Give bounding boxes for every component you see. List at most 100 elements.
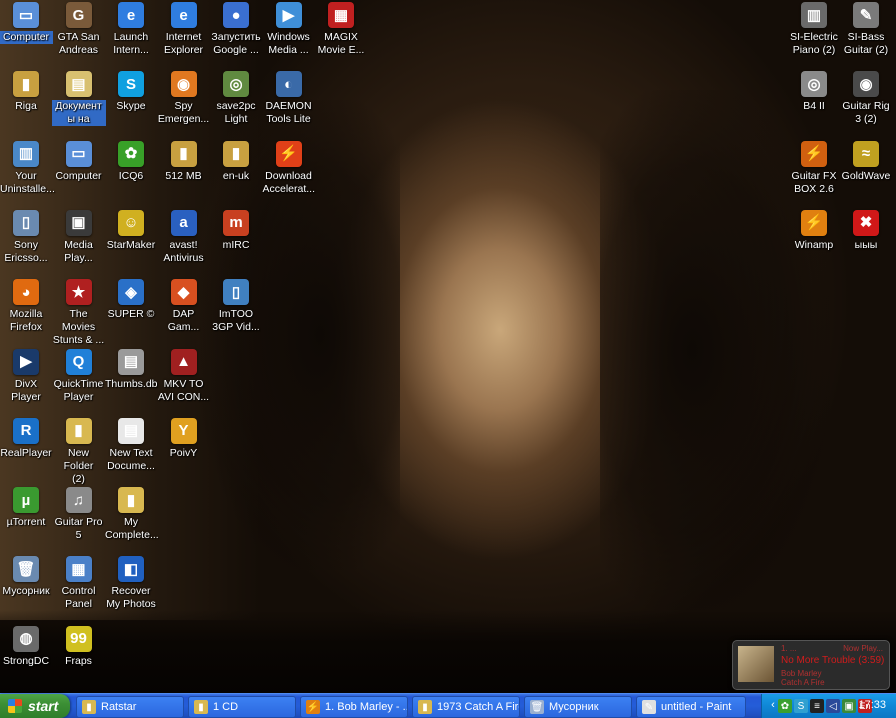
desktop-icon-dap-gam[interactable]: ◆ DAP Gam...	[157, 279, 211, 334]
icq-tray-icon[interactable]: ✿	[778, 699, 792, 713]
desktop-icon-gta-san-andreas[interactable]: G GTA San Andreas	[52, 2, 106, 57]
desktop-icon-windows-media[interactable]: ▶ Windows Media ...	[262, 2, 316, 57]
desktop-icon-en-uk[interactable]: ▮ en-uk	[209, 140, 263, 183]
np-title: No More Trouble (3:59)	[781, 655, 885, 666]
windows-media-icon: ▶	[275, 2, 302, 28]
desktop-icon-icq6[interactable]: ✿ ICQ6	[104, 140, 158, 183]
desktop-icon-torrent[interactable]: µ µTorrent	[0, 487, 53, 529]
desktop-icon-мусорник[interactable]: 🗑 Мусорник	[0, 556, 53, 598]
desktop-icon-label: Windows Media ...	[267, 31, 310, 56]
clock[interactable]: 17:33	[858, 699, 886, 711]
desktop-icon-recover-my-photos[interactable]: ◧ Recover My Photos	[104, 556, 158, 611]
desktop-icon-si-electric-piano-2[interactable]: ▥ SI-Electric Piano (2)	[787, 2, 841, 57]
skype-icon: S	[118, 71, 144, 98]
desktop-icon-mirc[interactable]: m mIRC	[209, 209, 263, 252]
desktop-icon-goldwave[interactable]: ≈ GoldWave	[839, 140, 893, 183]
desktop-icon-sony-ericsso[interactable]: ▯ Sony Ericsso...	[0, 209, 53, 265]
volume-tray-icon[interactable]: ◁	[826, 699, 840, 713]
desktop-icon-mkv-to-avi-con[interactable]: ▲ MKV TO AVI CON...	[157, 348, 211, 404]
spy-emergen-icon: ◉	[170, 71, 197, 98]
taskbar-button-1973-catch-a-fire[interactable]: ▮ 1973 Catch A Fire	[412, 696, 520, 718]
desktop-icon-label: Winamp	[794, 238, 834, 251]
desktop-icon-b4-ii[interactable]: ◎ B4 II	[787, 71, 841, 113]
desktop-icon-launch-intern[interactable]: e Launch Intern...	[104, 2, 158, 57]
desktop-icon-label: Spy Emergen...	[157, 100, 210, 126]
skype-tray-icon[interactable]: S	[794, 699, 808, 713]
my-complete-icon: ▮	[118, 487, 144, 514]
desktop-icon-your-uninstalle[interactable]: ▥ Your Uninstalle...	[0, 140, 55, 196]
desktop-icon-magix-movie-e[interactable]: ▦ MAGIX Movie E...	[314, 2, 368, 57]
desktop-icon-poivy[interactable]: Y PoivY	[157, 417, 211, 460]
si-electric-piano-2-icon: ▥	[801, 2, 827, 28]
desktop-icon-label: Computer	[55, 169, 102, 182]
goldwave-icon: ≈	[853, 140, 879, 167]
the-movies-stunts-icon: ★	[65, 279, 92, 306]
desktop-icon-new-folder-2[interactable]: ▮ New Folder (2)	[52, 417, 106, 486]
now-playing-widget[interactable]: 1. ... Now Play... No More Trouble (3:59…	[732, 640, 890, 690]
desktop-icon-imtoo-3gp-vid[interactable]: ▯ ImTOO 3GP Vid...	[209, 279, 263, 334]
desktop-icon-label: Computer	[0, 31, 53, 44]
thumbs-db-icon: ▤	[118, 348, 144, 375]
desktop-icon-label: Your Uninstalle...	[0, 169, 55, 195]
network-tray-icon[interactable]: ≡	[810, 699, 824, 713]
desktop-icon-label: Запустить Google ...	[211, 31, 261, 56]
desktop-icon-the-movies-stunts[interactable]: ★ The Movies Stunts & ...	[52, 279, 106, 347]
desktop-icon-label: DivX Player	[11, 377, 41, 403]
taskbar-button-1-cd[interactable]: ▮ 1 CD	[188, 696, 296, 718]
desktop-icon-computer[interactable]: ▭ Computer	[52, 140, 106, 183]
start-label: start	[28, 698, 59, 714]
desktop-icon-realplayer[interactable]: R RealPlayer	[0, 417, 53, 460]
desktop-icon-mozilla-firefox[interactable]: ◕ Mozilla Firefox	[0, 279, 53, 334]
computer-icon: ▭	[65, 140, 92, 167]
desktop-icon-label: StrongDC	[2, 654, 50, 667]
desktop-icon-ыыы[interactable]: ✖ ыыы	[839, 209, 893, 252]
desktop-icon-daemon-tools-lite[interactable]: ◐ DAEMON Tools Lite	[262, 71, 316, 126]
desktop-icon-computer[interactable]: ▭ Computer	[0, 2, 53, 44]
np-status: Now Play...	[843, 644, 883, 653]
ыыы-icon: ✖	[853, 209, 879, 236]
desktop-icon-divx-player[interactable]: ▶ DivX Player	[0, 348, 53, 404]
desktop-icon-si-bass-guitar-2[interactable]: ✎ SI-Bass Guitar (2)	[839, 2, 893, 57]
desktop-icon-запустить-google[interactable]: ● Запустить Google ...	[209, 2, 263, 57]
desktop-icon-fraps[interactable]: 99 Fraps	[52, 625, 106, 668]
start-button[interactable]: start	[0, 694, 70, 718]
desktop-icon-control-panel[interactable]: ▦ Control Panel	[52, 556, 106, 611]
desktop-icon-winamp[interactable]: ⚡ Winamp	[787, 209, 841, 252]
desktop-icon-label: Internet Explorer	[163, 31, 204, 56]
np-album: Catch A Fire	[781, 678, 825, 687]
desktop-icon-super[interactable]: ◈ SUPER ©	[104, 279, 158, 321]
desktop-icon-strongdc[interactable]: ◍ StrongDC	[0, 625, 53, 668]
launch-intern-icon: e	[118, 2, 144, 28]
desktop-icon-guitar-pro-5[interactable]: ♫ Guitar Pro 5	[52, 487, 106, 542]
desktop-icon-label: Мусорник	[2, 585, 50, 598]
desktop-icon-starmaker[interactable]: ☺ StarMaker	[104, 209, 158, 252]
desktop-icon-spy-emergen[interactable]: ◉ Spy Emergen...	[157, 71, 211, 126]
desktop-icon-save2pc-light[interactable]: ◎ save2pc Light	[209, 71, 263, 126]
desktop-icon-label: GoldWave	[841, 169, 891, 182]
np-track-number: 1. ...	[781, 644, 797, 653]
taskbar-button-ratstar[interactable]: ▮ Ratstar	[76, 696, 184, 718]
winamp-icon: ⚡	[801, 209, 827, 236]
desktop-icon-label: Fraps	[65, 654, 92, 667]
guitar-pro-5-icon: ♫	[65, 487, 92, 514]
desktop-icon-avast-antivirus[interactable]: a avast! Antivirus	[157, 209, 211, 265]
desktop-icon-new-text-docume[interactable]: ▤ New Text Docume...	[104, 417, 158, 473]
taskbar-button-untitled-paint[interactable]: ✎ untitled - Paint	[636, 696, 746, 718]
security-tray-icon[interactable]: ▣	[842, 699, 856, 713]
desktop-icon-riga[interactable]: ▮ Riga	[0, 71, 53, 113]
taskbar-button-1-bob-marley[interactable]: ⚡ 1. Bob Marley - ...	[300, 696, 408, 718]
desktop-icon-skype[interactable]: S Skype	[104, 71, 158, 113]
desktop-icon-internet-explorer[interactable]: e Internet Explorer	[157, 2, 211, 57]
desktop-icon-guitar-fx-box-2-6[interactable]: ⚡ Guitar FX BOX 2.6	[787, 140, 841, 196]
desktop-icon-512-mb[interactable]: ▮ 512 MB	[157, 140, 211, 183]
desktop-icon-guitar-rig-3-2[interactable]: ◉ Guitar Rig 3 (2)	[839, 71, 893, 126]
dap-gam-icon: ◆	[170, 279, 197, 306]
desktop-icon-quicktime-player[interactable]: Q QuickTime Player	[52, 348, 106, 404]
desktop-icon-label: Guitar Rig 3 (2)	[842, 100, 890, 126]
desktop-icon-thumbs-db[interactable]: ▤ Thumbs.db	[104, 348, 158, 391]
desktop-icon-документ-ы-на[interactable]: ▤ Документ ы на	[51, 71, 106, 127]
taskbar-button-мусорник[interactable]: 🗑 Мусорник	[524, 696, 632, 718]
desktop-icon-my-complete[interactable]: ▮ My Complete...	[104, 487, 159, 542]
desktop-icon-media-play[interactable]: ▣ Media Play...	[52, 209, 106, 265]
desktop-icon-download-accelerat[interactable]: ⚡ Download Accelerat...	[262, 140, 316, 196]
